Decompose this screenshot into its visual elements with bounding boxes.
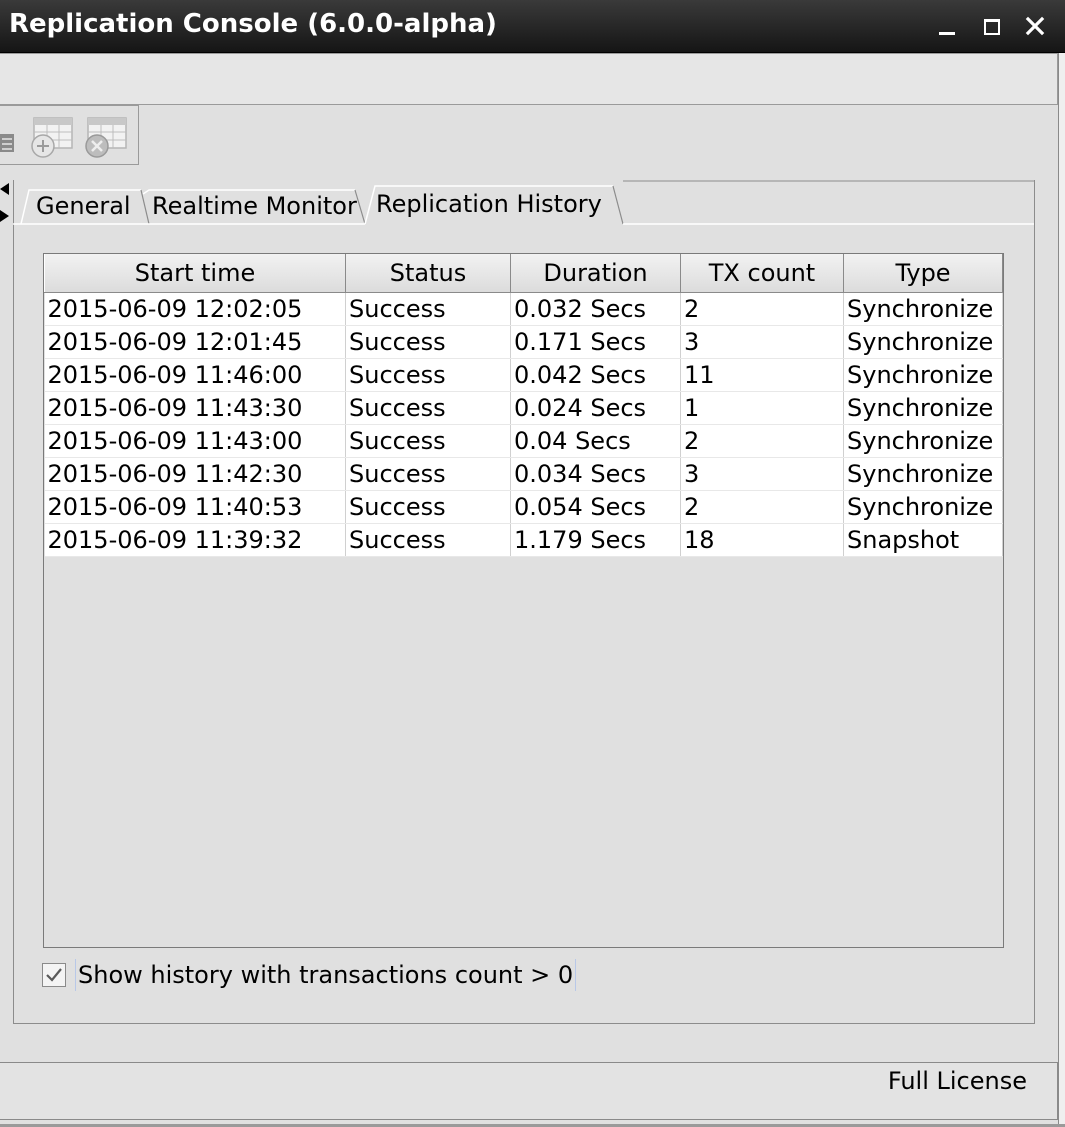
- cell-start-time: 2015-06-09 11:43:00: [44, 424, 346, 458]
- toolbar: [0, 105, 139, 165]
- partial-tool-icon[interactable]: [0, 130, 18, 156]
- cell-tx-count: 3: [680, 325, 844, 359]
- tab-general-label: General: [36, 192, 131, 220]
- cell-status: Success: [345, 490, 511, 524]
- remove-table-icon[interactable]: [82, 116, 128, 162]
- cell-type: Synchronize: [843, 457, 1003, 491]
- cell-status: Success: [345, 424, 511, 458]
- cell-type: Synchronize: [843, 292, 1003, 326]
- table-header-row: Start time Status Duration TX count Type: [44, 254, 1003, 293]
- table-row[interactable]: 2015-06-09 11:46:00 Success 0.042 Secs 1…: [44, 358, 1003, 392]
- cell-duration: 1.179 Secs: [510, 523, 681, 557]
- maximize-icon: [984, 19, 1000, 35]
- menu-bar: [0, 53, 1058, 105]
- cell-status: Success: [345, 292, 511, 326]
- column-header-start-time[interactable]: Start time: [44, 254, 346, 293]
- cell-duration: 0.042 Secs: [510, 358, 681, 392]
- close-button[interactable]: [1020, 10, 1050, 42]
- table-row[interactable]: 2015-06-09 11:42:30 Success 0.034 Secs 3…: [44, 457, 1003, 491]
- history-table-container[interactable]: Start time Status Duration TX count Type…: [43, 253, 1004, 948]
- table-row[interactable]: 2015-06-09 11:43:00 Success 0.04 Secs 2 …: [44, 424, 1003, 458]
- cell-start-time: 2015-06-09 11:42:30: [44, 457, 346, 491]
- cell-status: Success: [345, 325, 511, 359]
- minimize-button[interactable]: [932, 10, 962, 42]
- cell-duration: 0.034 Secs: [510, 457, 681, 491]
- cell-type: Synchronize: [843, 358, 1003, 392]
- tab-replication-history-label: Replication History: [376, 190, 602, 218]
- cell-type: Synchronize: [843, 490, 1003, 524]
- close-icon: [1025, 16, 1045, 36]
- cell-status: Success: [345, 457, 511, 491]
- cell-tx-count: 2: [680, 292, 844, 326]
- cell-start-time: 2015-06-09 11:40:53: [44, 490, 346, 524]
- history-filter-label[interactable]: Show history with transactions count > 0: [75, 959, 577, 991]
- cell-duration: 0.04 Secs: [510, 424, 681, 458]
- checkmark-icon: [46, 968, 62, 982]
- cell-tx-count: 3: [680, 457, 844, 491]
- cell-type: Synchronize: [843, 325, 1003, 359]
- tab-general[interactable]: General: [36, 187, 131, 223]
- cell-start-time: 2015-06-09 11:46:00: [44, 358, 346, 392]
- add-table-icon[interactable]: [28, 116, 74, 162]
- cell-duration: 0.054 Secs: [510, 490, 681, 524]
- history-table: Start time Status Duration TX count Type…: [44, 254, 1003, 557]
- table-row[interactable]: 2015-06-09 11:39:32 Success 1.179 Secs 1…: [44, 523, 1003, 557]
- status-bar: Full License: [0, 1062, 1058, 1120]
- history-filter-checkbox[interactable]: [42, 963, 66, 987]
- license-status: Full License: [887, 1067, 1027, 1095]
- title-bar[interactable]: Replication Console (6.0.0-alpha): [0, 0, 1065, 53]
- tab-realtime-monitor[interactable]: Realtime Monitor: [152, 187, 357, 223]
- cell-tx-count: 1: [680, 391, 844, 425]
- cell-tx-count: 11: [680, 358, 844, 392]
- window-title: Replication Console (6.0.0-alpha): [9, 9, 497, 39]
- tab-realtime-monitor-label: Realtime Monitor: [152, 192, 357, 220]
- table-row[interactable]: 2015-06-09 12:01:45 Success 0.171 Secs 3…: [44, 325, 1003, 359]
- cell-type: Snapshot: [843, 523, 1003, 557]
- minimize-icon: [939, 32, 955, 35]
- cell-start-time: 2015-06-09 11:39:32: [44, 523, 346, 557]
- cell-tx-count: 2: [680, 424, 844, 458]
- cell-tx-count: 18: [680, 523, 844, 557]
- cell-duration: 0.171 Secs: [510, 325, 681, 359]
- cell-status: Success: [345, 523, 511, 557]
- cell-tx-count: 2: [680, 490, 844, 524]
- column-header-tx-count[interactable]: TX count: [680, 254, 844, 293]
- cell-start-time: 2015-06-09 11:43:30: [44, 391, 346, 425]
- cell-duration: 0.024 Secs: [510, 391, 681, 425]
- table-row[interactable]: 2015-06-09 12:02:05 Success 0.032 Secs 2…: [44, 292, 1003, 326]
- cell-start-time: 2015-06-09 12:01:45: [44, 325, 346, 359]
- table-row[interactable]: 2015-06-09 11:43:30 Success 0.024 Secs 1…: [44, 391, 1003, 425]
- tab-replication-history[interactable]: Replication History: [376, 185, 602, 221]
- table-row[interactable]: 2015-06-09 11:40:53 Success 0.054 Secs 2…: [44, 490, 1003, 524]
- cell-type: Synchronize: [843, 424, 1003, 458]
- cell-status: Success: [345, 391, 511, 425]
- cell-start-time: 2015-06-09 12:02:05: [44, 292, 346, 326]
- maximize-button[interactable]: [976, 10, 1006, 42]
- column-header-duration[interactable]: Duration: [510, 254, 681, 293]
- cell-duration: 0.032 Secs: [510, 292, 681, 326]
- column-header-status[interactable]: Status: [345, 254, 511, 293]
- column-header-type[interactable]: Type: [843, 254, 1003, 293]
- cell-type: Synchronize: [843, 391, 1003, 425]
- splitter-arrows-icon[interactable]: [0, 180, 12, 228]
- window-edge: [1058, 53, 1065, 1127]
- cell-status: Success: [345, 358, 511, 392]
